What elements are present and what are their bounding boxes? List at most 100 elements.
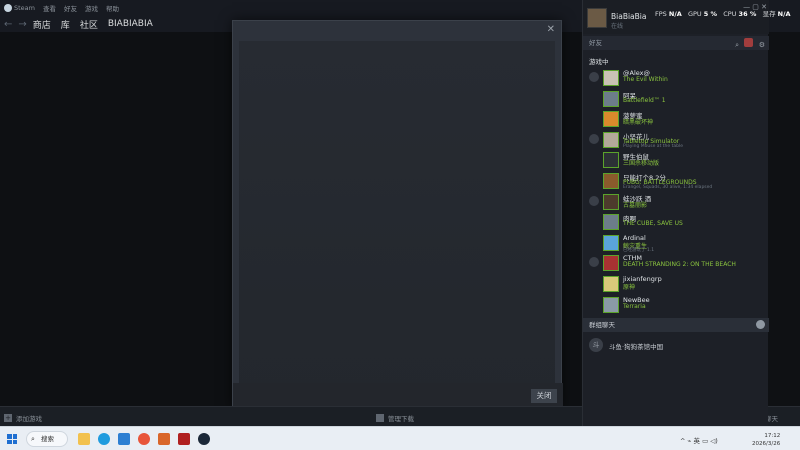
friend-avatar	[603, 193, 619, 210]
nav-library[interactable]: 库	[61, 18, 70, 31]
add-game-button[interactable]: + 添加游戏	[4, 413, 42, 423]
windows-taskbar: ⌕ 搜索 ^ ⌁ 英 ▭ ◁) 17:12 2026/3/26	[0, 426, 800, 450]
friend-game: The Evil Within	[623, 76, 668, 83]
friend-row[interactable]: 阿呆 Battlefield™ 1	[583, 89, 769, 109]
firefox-icon[interactable]	[138, 433, 150, 445]
avatar[interactable]	[587, 8, 607, 28]
friend-sub-status: Erangel, Squads, 30 alive, 1:34 elapsed	[623, 185, 713, 190]
friend-badge-icon	[589, 72, 599, 82]
user-name[interactable]: BiaBiaBia	[611, 12, 646, 21]
search-icon[interactable]: ⌕	[735, 38, 739, 52]
friends-search-bar[interactable]: 好友 ⌕ ⚙	[583, 36, 769, 50]
back-arrow-icon[interactable]: ←	[4, 19, 12, 30]
in-game-group-title: 游戏中	[589, 58, 609, 66]
taskbar-clock[interactable]: 17:12 2026/3/26	[752, 432, 780, 448]
cpu-value: 36 %	[738, 10, 757, 18]
friend-row[interactable]: jixianfengrp 原神	[583, 274, 769, 294]
friend-row[interactable]: 只能打个8.2分 PUBG: BATTLEGROUNDS Erangel, Squa…	[583, 171, 769, 191]
add-game-label: 添加游戏	[16, 415, 42, 423]
friend-game: THE CUBE, SAVE US	[623, 220, 683, 228]
friend-avatar	[603, 111, 619, 128]
friend-badge-icon	[589, 257, 599, 268]
nav-username[interactable]: BIABIABIA	[108, 19, 153, 29]
friend-avatar	[603, 173, 619, 189]
friend-game: 古墓丽影	[623, 201, 648, 209]
windows-start-icon[interactable]	[7, 434, 17, 444]
fps-value: N/A	[668, 10, 682, 18]
clock-date: 2026/3/26	[752, 441, 781, 447]
friend-badge-icon	[589, 195, 599, 206]
friend-badge-icon	[589, 237, 599, 247]
friend-avatar	[603, 90, 619, 107]
add-friend-icon[interactable]	[744, 38, 753, 47]
steam-taskbar-icon[interactable]	[198, 433, 210, 445]
menu-friends[interactable]: 好友	[64, 3, 77, 13]
groupchat-name: 斗鱼·狗狗茶馆中国	[609, 343, 664, 351]
user-status[interactable]: 在线	[611, 21, 623, 30]
friends-search-label: 好友	[589, 39, 602, 47]
friend-badge-icon	[589, 93, 599, 103]
friend-avatar	[603, 214, 619, 231]
friend-row[interactable]: @Alex@ The Evil Within	[583, 68, 769, 88]
store-icon[interactable]	[118, 433, 130, 445]
steam-logo-icon	[4, 4, 12, 12]
friend-row[interactable]: 肉啊 THE CUBE, SAVE US	[583, 212, 769, 232]
app-icon[interactable]	[158, 433, 170, 445]
app-icon-2[interactable]	[178, 433, 190, 445]
friend-avatar	[603, 276, 619, 292]
friend-row[interactable]: 野生伯鼠 三国杀移动版	[583, 150, 769, 170]
dialog-close-icon[interactable]: ✕	[547, 24, 555, 35]
menu-view[interactable]: 查看	[43, 3, 56, 13]
groupchat-title: 群组聊天	[589, 321, 615, 329]
menu-help[interactable]: 帮助	[106, 3, 119, 13]
steam-window: Steam 查看 好友 游戏 帮助 ← → 商店 库 社区 BIABIABIA …	[0, 0, 800, 450]
vram-label: 显存	[762, 10, 776, 18]
performance-overlay: FPS N/A GPU 5 % CPU 36 % 显存 N/A	[655, 8, 791, 18]
friend-game: 暗黑破坏神	[623, 119, 654, 127]
friend-sub-status: 已经游玩了 1.1	[623, 247, 655, 253]
friend-game: 三国杀移动版	[623, 160, 660, 168]
downloads-button[interactable]: 管理下载	[376, 413, 414, 423]
forward-arrow-icon[interactable]: →	[18, 19, 26, 30]
friend-avatar	[603, 152, 619, 169]
nav-store[interactable]: 商店	[33, 18, 51, 31]
friend-game: Battlefield™ 1	[623, 96, 666, 104]
friend-row[interactable]: Ardinal 鲸灾重生 已经游玩了 1.1	[583, 233, 769, 253]
file-explorer-icon[interactable]	[78, 433, 90, 445]
groupchat-item[interactable]: 斗 斗鱼·狗狗茶馆中国	[583, 336, 769, 356]
vram-value: N/A	[777, 10, 791, 18]
download-icon	[376, 414, 384, 422]
friend-game: Terraria	[623, 302, 646, 310]
cpu-label: CPU	[723, 10, 737, 18]
taskbar-search-label: 搜索	[41, 435, 54, 443]
taskbar-search[interactable]: ⌕ 搜索	[26, 431, 68, 447]
friend-row[interactable]: CTHM DEATH STRANDING 2: ON THE BEACH	[583, 253, 769, 273]
clock-time: 17:12	[764, 433, 781, 439]
groupchat-header[interactable]: 群组聊天	[583, 318, 769, 332]
friend-row[interactable]: NewBee Terraria	[583, 295, 769, 315]
friend-badge-icon	[589, 175, 599, 185]
friend-row[interactable]: 菠萝蜜 暗黑破坏神	[583, 109, 769, 129]
downloads-label: 管理下载	[388, 415, 414, 423]
menu-games[interactable]: 游戏	[85, 3, 98, 13]
gear-icon[interactable]: ⚙	[759, 38, 765, 52]
ime-indicator[interactable]: 英	[694, 437, 701, 445]
search-icon: ⌕	[31, 435, 35, 443]
friend-sub-status: Playing Mouse at the table	[623, 143, 683, 149]
friend-badge-icon	[589, 278, 599, 288]
dialog-close-button[interactable]: 关闭	[531, 389, 557, 403]
friend-row[interactable]: 蛙沙跃 酒古墓丽影	[583, 192, 769, 212]
system-tray[interactable]: ^ ⌁ 英 ▭ ◁)	[680, 435, 718, 445]
window-controls[interactable]: — ▢ ✕	[743, 3, 767, 11]
friend-badge-icon	[589, 299, 599, 309]
menu-steam[interactable]: Steam	[14, 4, 35, 12]
friend-game: DEATH STRANDING 2: ON THE BEACH	[623, 261, 736, 269]
friend-avatar	[603, 255, 619, 272]
edge-icon[interactable]	[98, 433, 110, 445]
friend-badge-icon	[589, 133, 599, 144]
friend-game: 原神	[623, 284, 636, 291]
groupchat-icon: 斗	[589, 338, 603, 352]
add-groupchat-icon[interactable]	[756, 320, 765, 329]
friend-row[interactable]: 小坚花儿 Tabletop Simulator Playing Mouse at t…	[583, 130, 769, 150]
nav-community[interactable]: 社区	[80, 18, 98, 31]
